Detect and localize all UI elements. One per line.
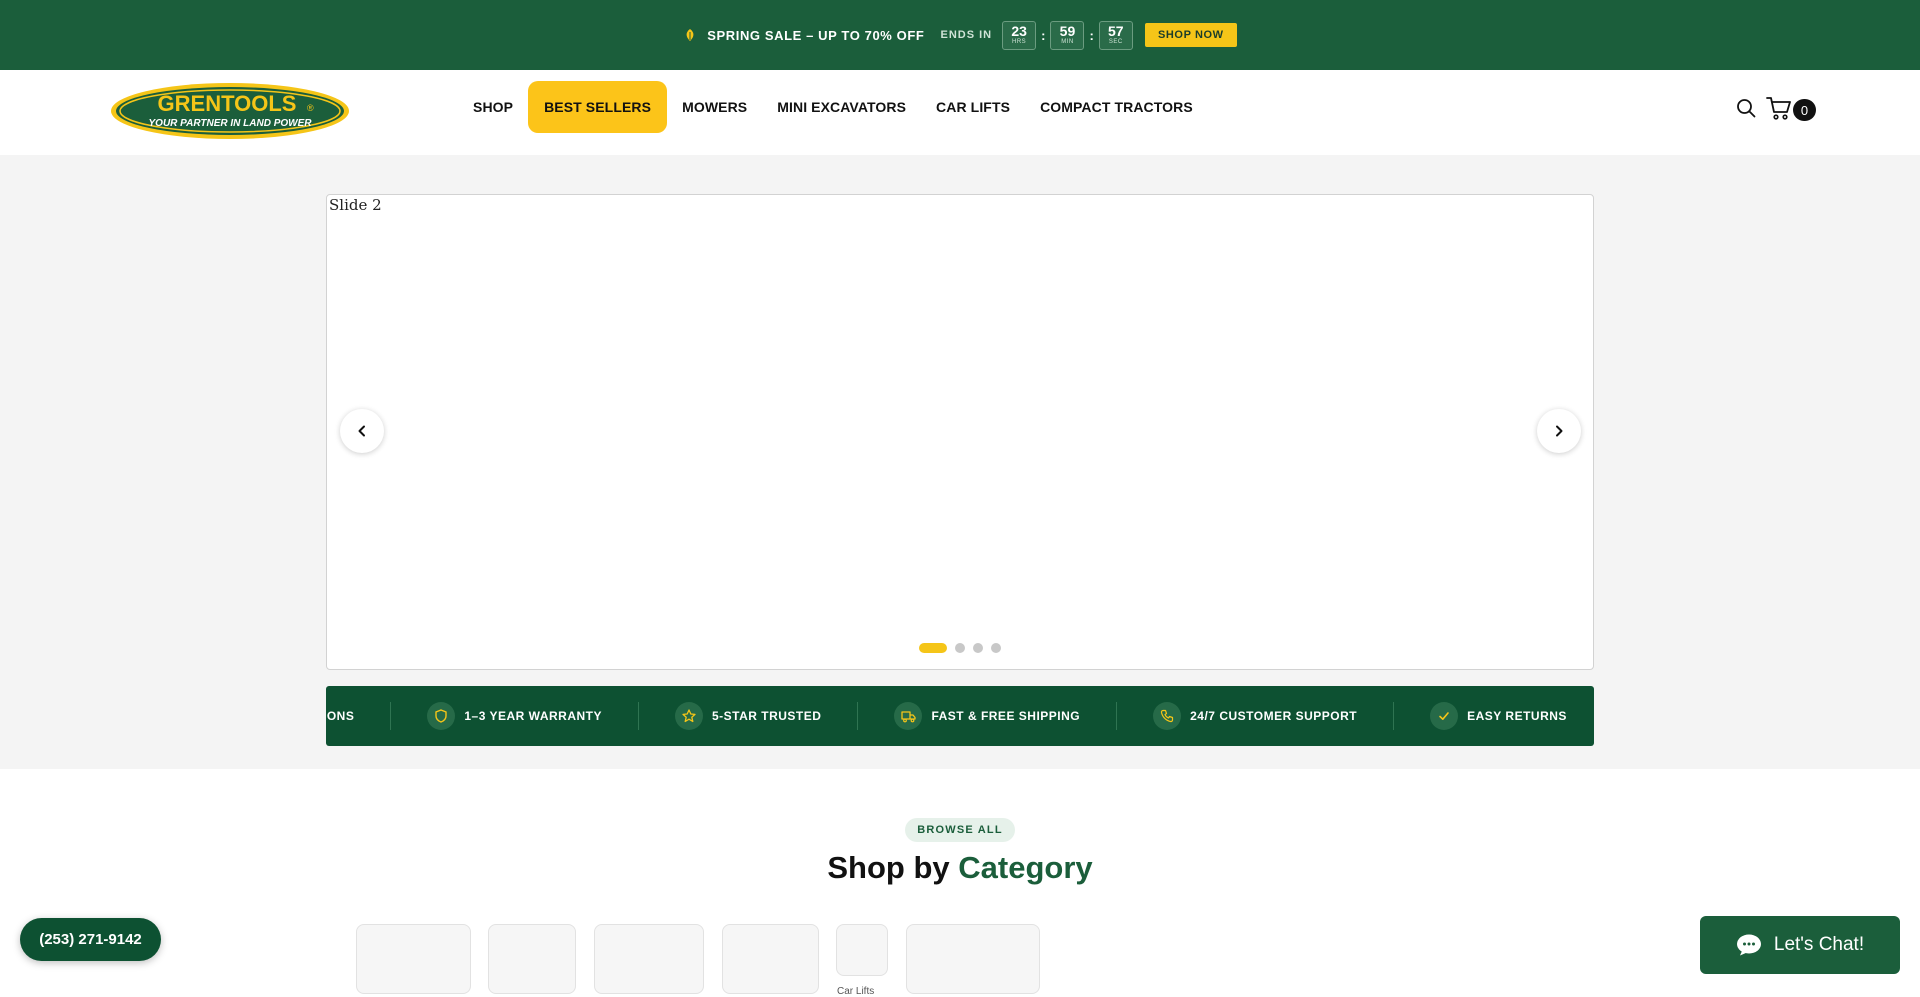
timer-separator: : — [1089, 27, 1094, 43]
live-chat-button[interactable]: Let's Chat! — [1700, 916, 1900, 974]
slider-dot[interactable] — [991, 643, 1001, 653]
trust-track: NT OPTIONS 1–3 YEAR WARRANTY 5-STAR TRUS… — [326, 686, 1594, 746]
category-card[interactable] — [722, 924, 819, 994]
trust-item: 24/7 CUSTOMER SUPPORT — [1117, 702, 1395, 730]
category-card[interactable] — [836, 924, 888, 976]
trust-item: EASY RETURNS — [1394, 702, 1594, 730]
timer-minutes: 59 MIN — [1050, 20, 1085, 50]
slider-dots — [919, 643, 1001, 653]
site-header: GRENTOOLS ® YOUR PARTNER IN LAND POWER S… — [0, 70, 1920, 155]
title-prefix: Shop by — [827, 850, 950, 885]
category-card[interactable] — [594, 924, 704, 994]
slider-next-button[interactable] — [1537, 409, 1581, 453]
category-label: Car Lifts — [837, 986, 875, 997]
trust-item: 1–3 YEAR WARRANTY — [391, 702, 639, 730]
trust-item: FAST & FREE SHIPPING — [858, 702, 1118, 730]
category-card[interactable] — [488, 924, 576, 994]
trust-label: EASY RETURNS — [1467, 709, 1567, 723]
ends-in-label: ENDS IN — [940, 29, 993, 41]
nav-best-sellers[interactable]: BEST SELLERS — [528, 81, 668, 133]
hero-slider[interactable]: Slide 2 — [326, 194, 1594, 670]
timer-separator: : — [1041, 27, 1046, 43]
chevron-right-icon — [1556, 425, 1563, 437]
trust-strip: NT OPTIONS 1–3 YEAR WARRANTY 5-STAR TRUS… — [326, 686, 1594, 746]
star-icon — [674, 702, 703, 730]
slider-prev-button[interactable] — [340, 409, 384, 453]
trust-label: 1–3 YEAR WARRANTY — [464, 709, 602, 723]
check-icon — [1430, 702, 1459, 730]
shield-icon — [427, 702, 456, 730]
nav-car-lifts[interactable]: CAR LIFTS — [921, 81, 1025, 133]
trust-label: 5-STAR TRUSTED — [711, 709, 822, 723]
category-card[interactable] — [906, 924, 1040, 994]
slide-image-alt: Slide 2 — [329, 196, 382, 214]
phone-call-button[interactable]: (253) 271-9142 — [20, 918, 161, 961]
timer-seconds: 57 SEC — [1098, 20, 1133, 50]
title-accent: Category — [958, 850, 1093, 885]
chat-label: Let's Chat! — [1773, 934, 1865, 955]
chat-bubble-icon — [1736, 934, 1761, 956]
trust-item: 5-STAR TRUSTED — [639, 702, 859, 730]
chevron-left-icon — [358, 425, 365, 437]
slider-dot[interactable] — [955, 643, 965, 653]
leaf-icon — [686, 29, 694, 41]
slider-dot[interactable] — [919, 643, 947, 653]
logo-name: GRENTOOLS — [158, 91, 297, 116]
cart-icon[interactable] — [1766, 96, 1792, 120]
trust-label: NT OPTIONS — [326, 709, 355, 723]
grentools-logo[interactable]: GRENTOOLS ® YOUR PARTNER IN LAND POWER — [110, 82, 350, 140]
nav-shop[interactable]: SHOP — [458, 81, 528, 133]
logo-tagline: YOUR PARTNER IN LAND POWER — [149, 118, 313, 129]
truck-icon — [894, 702, 923, 730]
category-card[interactable] — [356, 924, 471, 994]
main-nav: SHOP BEST SELLERS MOWERS MINI EXCAVATORS… — [458, 81, 1208, 133]
cart-count-badge[interactable]: 0 — [1793, 99, 1816, 121]
browse-all-badge: BROWSE ALL — [905, 818, 1015, 842]
search-icon[interactable] — [1736, 98, 1756, 118]
trust-item: NT OPTIONS — [326, 702, 392, 730]
nav-mini-excavators[interactable]: MINI EXCAVATORS — [762, 81, 921, 133]
shop-now-button[interactable]: SHOP NOW — [1144, 23, 1237, 47]
section-title: Shop by Category — [0, 850, 1920, 886]
logo-reg: ® — [307, 103, 314, 113]
nav-compact-tractors[interactable]: COMPACT TRACTORS — [1025, 81, 1208, 133]
trust-label: FAST & FREE SHIPPING — [931, 709, 1081, 723]
promo-text: SPRING SALE – UP TO 70% OFF — [707, 27, 925, 43]
slider-dot[interactable] — [973, 643, 983, 653]
timer-hours: 23 HRS — [1002, 20, 1037, 50]
trust-label: 24/7 CUSTOMER SUPPORT — [1190, 709, 1358, 723]
promo-bar: SPRING SALE – UP TO 70% OFF ENDS IN 23 H… — [0, 0, 1920, 70]
nav-mowers[interactable]: MOWERS — [667, 81, 762, 133]
phone-icon — [1153, 702, 1182, 730]
